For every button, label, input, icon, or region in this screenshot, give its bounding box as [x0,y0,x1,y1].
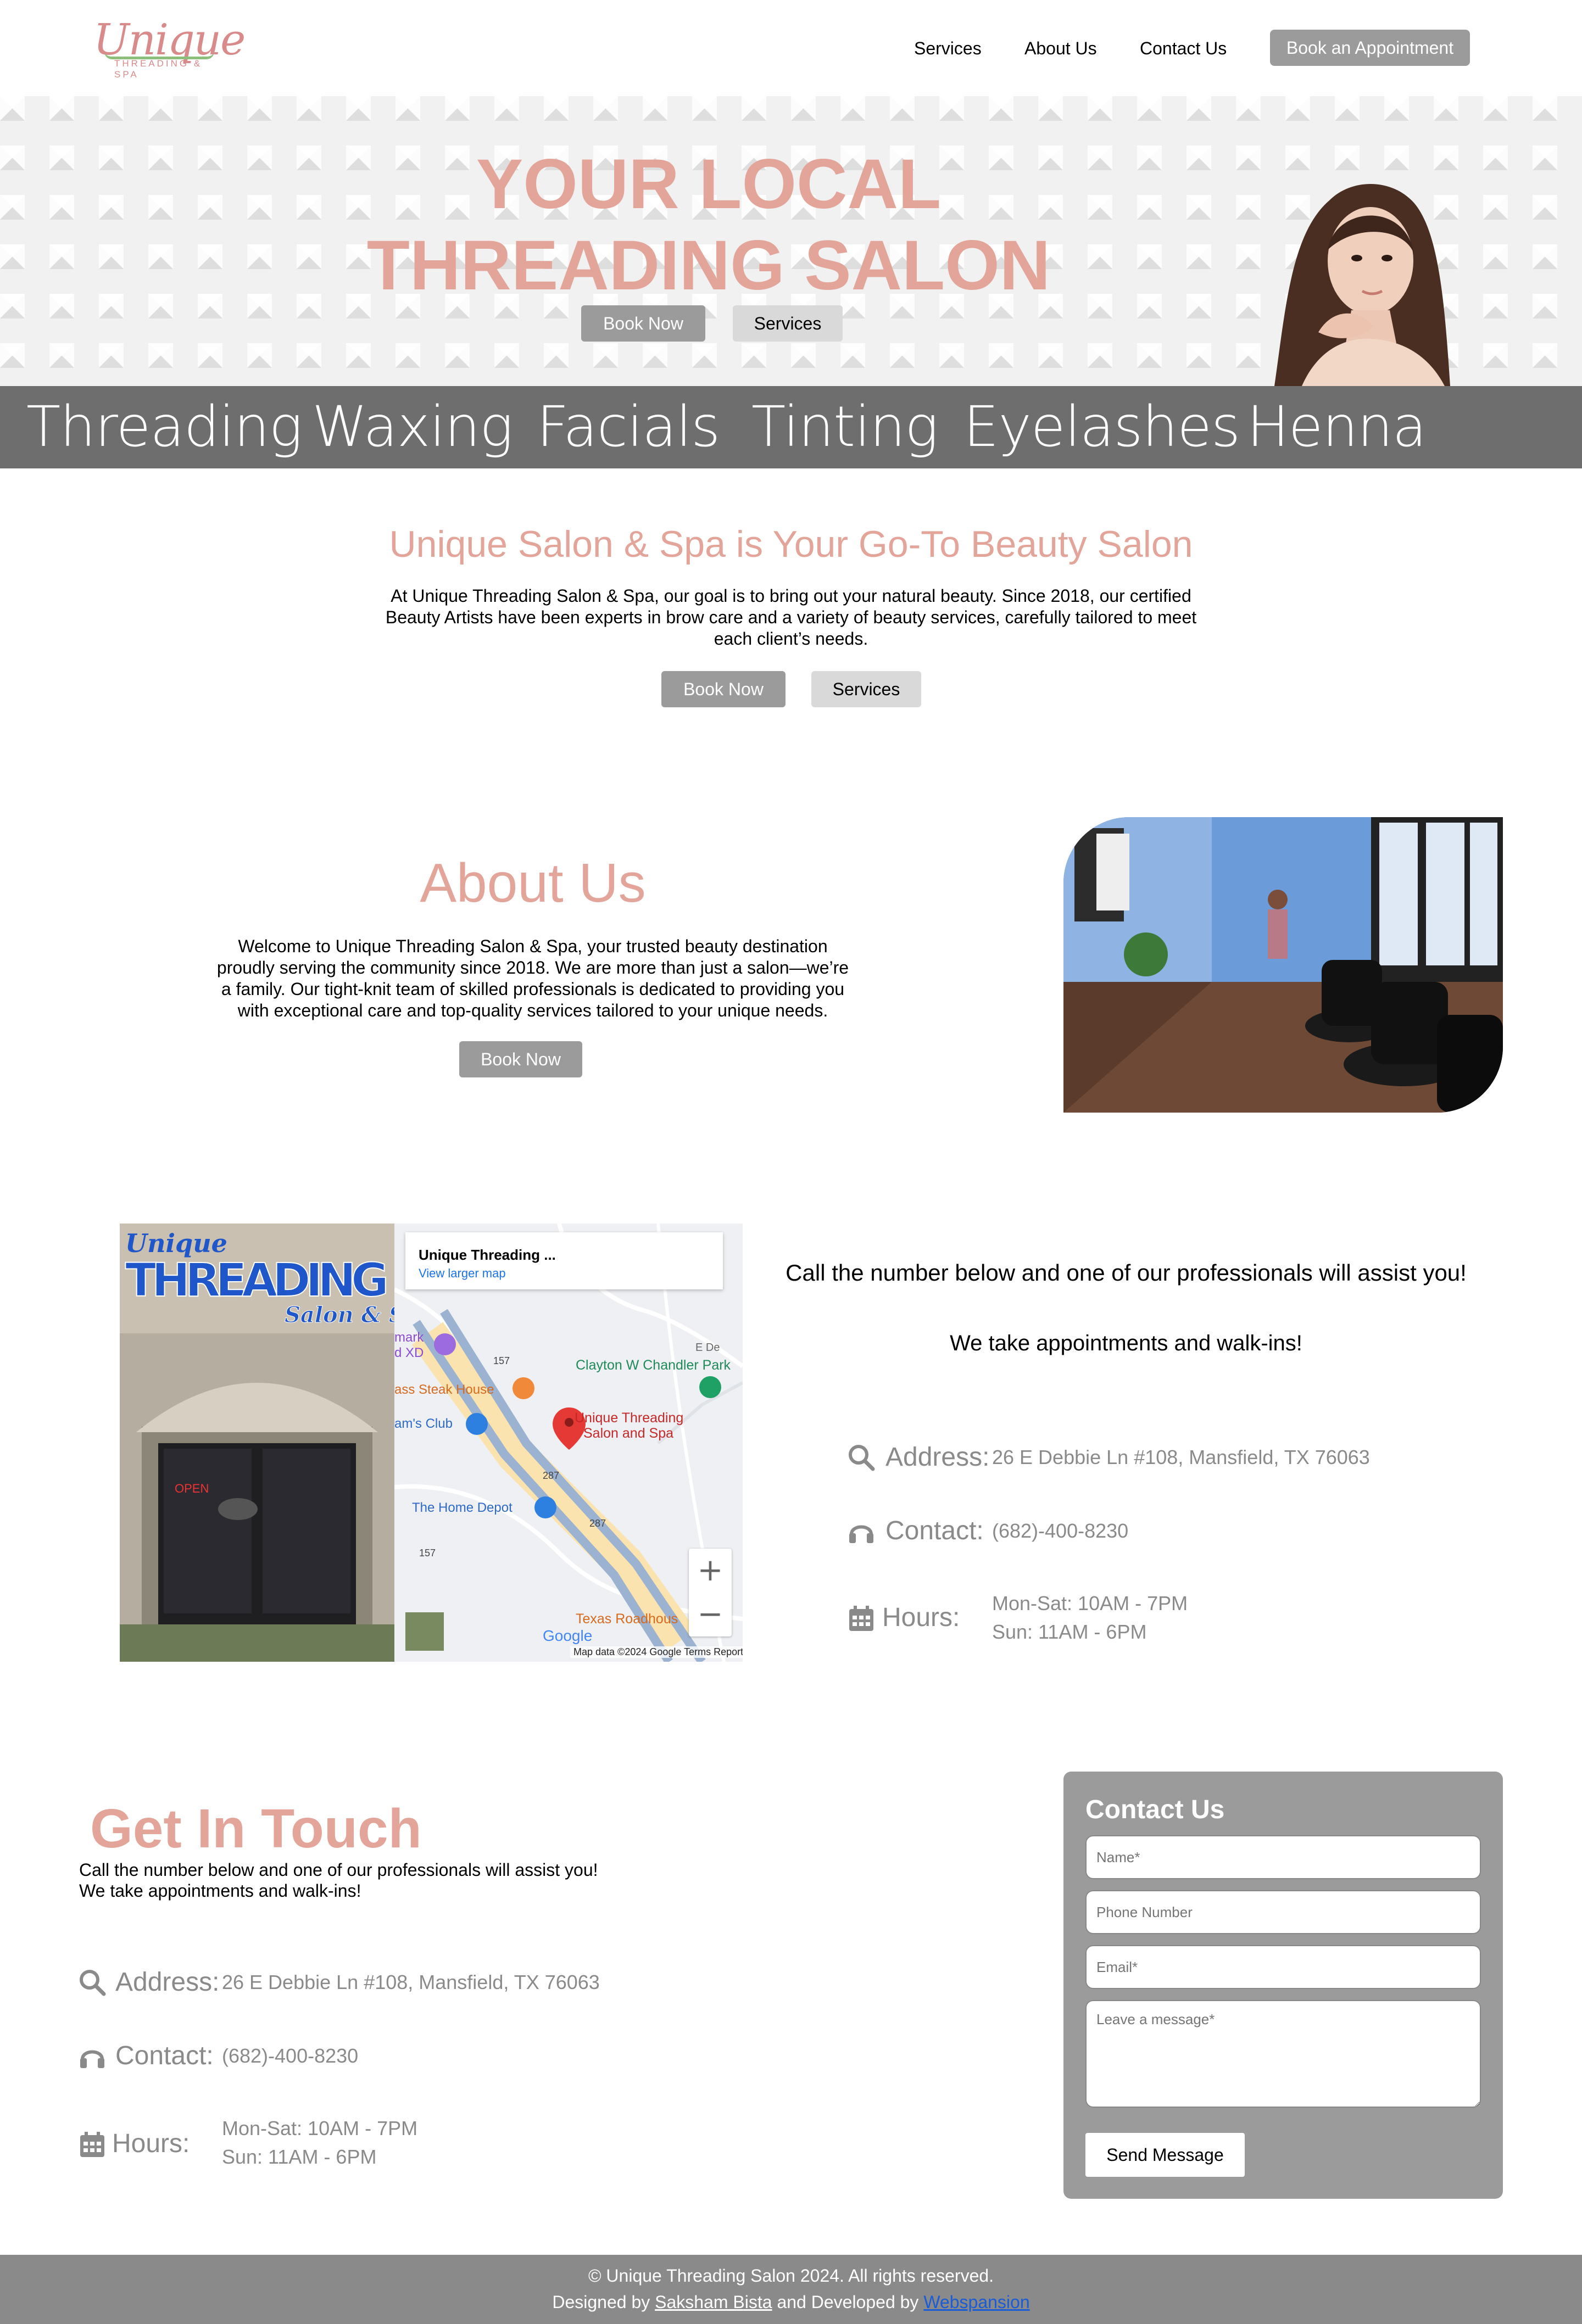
map-label-steak-house: ass Steak House [394,1382,494,1397]
strip-eyelashes: Eyelashes [963,394,1240,460]
strip-henna-tattoo: Henna Tattoo [1247,394,1427,542]
location-map[interactable]: Unique THREADING Salon & Spa OPEN mark d… [120,1224,743,1662]
logo[interactable]: Unique THREADING & SPA [93,15,246,80]
hero-title: YOUR LOCAL THREADING SALON [352,144,1066,306]
phone-field[interactable] [1085,1890,1481,1934]
contact-label-2: Contact: [115,2041,214,2070]
map-label-pin-line1: Unique Threading [575,1410,683,1426]
intro-title: Unique Salon & Spa is Your Go-To Beauty … [389,523,1193,565]
hours-label: Hours: [882,1603,960,1632]
book-appointment-button[interactable]: Book an Appointment [1270,30,1470,66]
calendar-icon [80,2132,104,2157]
walkin-info-text: We take appointments and walk-ins! [950,1331,1302,1355]
hero-book-now-button[interactable]: Book Now [581,305,705,342]
salon-interior-photo [1063,817,1503,1113]
hero-services-button[interactable]: Services [733,305,843,342]
zoom-out-button[interactable]: − [689,1593,732,1636]
intro-text: At Unique Threading Salon & Spa, our goa… [385,586,1197,649]
map-route-157-b: 157 [419,1548,436,1558]
map-label-sams-club: am's Club [394,1416,453,1431]
about-book-now-button[interactable]: Book Now [459,1041,582,1077]
map-route-287-a: 287 [543,1470,559,1481]
map-route-157-a: 157 [493,1355,510,1366]
address-label-2: Address: [115,1968,220,1997]
hero-portrait-image [1274,184,1450,386]
about-text: Welcome to Unique Threading Salon & Spa,… [216,936,849,1020]
strip-threading: Threading [26,394,303,460]
footer: © Unique Threading Salon 2024. All right… [0,2255,1582,2324]
intro-services-button[interactable]: Services [811,671,921,707]
hours-weekday: Mon-Sat: 10AM - 7PM [992,1592,1188,1614]
nav-contact-us[interactable]: Contact Us [1140,35,1227,62]
footer-credits: Designed by Saksham Bista and Developed … [0,2289,1582,2315]
map-attribution[interactable]: Map data ©2024 Google Terms Report a map… [570,1646,743,1658]
message-field[interactable] [1085,2000,1481,2108]
contact-form: Contact Us Send Message [1063,1772,1503,2199]
get-in-touch-text: Call the number below and one of our pro… [79,1859,598,1901]
address-label: Address: [885,1443,990,1472]
map-label-mark: mark [394,1330,424,1345]
map-route-287-b: 287 [589,1518,606,1529]
services-strip: Threading Waxing Facials Tinting Eyelash… [0,386,1582,542]
name-field[interactable] [1085,1835,1481,1879]
map-label-pin-line2: Salon and Spa [583,1426,673,1441]
search-icon [80,1970,106,1996]
developer-link[interactable]: Webspansion [923,2292,1029,2312]
contact-phone-value-2[interactable]: (682)-400-8230 [222,2042,358,2070]
hero-title-line1: YOUR LOCAL [476,145,942,224]
contact-form-title: Contact Us [1085,1795,1225,1824]
map-zoom-controls: + − [689,1549,732,1636]
footer-developed-by: and Developed by [777,2292,919,2312]
get-in-touch-line2: We take appointments and walk-ins! [79,1881,361,1901]
headphones-icon [849,1525,873,1543]
calendar-icon [849,1606,873,1631]
hours-label-2: Hours: [112,2129,190,2158]
address-value-2: 26 E Debbie Ln #108, Mansfield, TX 76063 [222,1971,600,1993]
google-logo: Google [543,1627,592,1644]
map-label-roadhouse: Texas Roadhous [576,1611,678,1627]
storefront-sign-main: THREADING [125,1253,389,1307]
about-title: About Us [420,852,646,914]
hero-title-line2: THREADING SALON [366,226,1051,305]
get-in-touch-title: Get In Touch [90,1798,422,1859]
map-label-e-debbie: E De [695,1342,720,1354]
email-field[interactable] [1085,1945,1481,1989]
map-label-park: Clayton W Chandler Park [576,1357,731,1373]
hours-weekday-2: Mon-Sat: 10AM - 7PM [222,2117,418,2139]
map-label-xd: d XD [394,1345,424,1360]
contact-phone-value[interactable]: (682)-400-8230 [992,1517,1128,1545]
contact-label: Contact: [885,1516,984,1545]
view-larger-map-link[interactable]: View larger map [419,1266,506,1281]
nav-about-us[interactable]: About Us [1024,35,1097,62]
map-label-home-depot: The Home Depot [412,1500,513,1515]
strip-waxing: Waxing [312,394,513,460]
map-info-card: Unique Threading ... View larger map [405,1232,723,1289]
call-info-text: Call the number below and one of our pro… [786,1260,1467,1286]
footer-designed-by: Designed by [552,2292,650,2312]
strip-facials: Facials [537,394,720,460]
storefront-open-sign: OPEN [175,1482,209,1495]
send-message-button[interactable]: Send Message [1085,2133,1245,2177]
storefront-sign-sub: Salon & Spa [285,1302,394,1328]
address-value: 26 E Debbie Ln #108, Mansfield, TX 76063 [992,1446,1370,1468]
search-icon [849,1445,875,1471]
zoom-in-button[interactable]: + [689,1549,732,1593]
footer-copyright: © Unique Threading Salon 2024. All right… [588,2266,994,2286]
get-in-touch-line1: Call the number below and one of our pro… [79,1860,598,1880]
logo-swoosh [104,52,214,59]
designer-link[interactable]: Saksham Bista [655,2292,772,2312]
intro-book-now-button[interactable]: Book Now [661,671,786,707]
headphones-icon [80,2050,104,2068]
nav-services[interactable]: Services [914,35,982,62]
strip-tinting: Tinting [751,394,938,460]
hours-sunday-2: Sun: 11AM - 6PM [222,2146,377,2168]
storefront-photo: Unique THREADING Salon & Spa OPEN [120,1224,394,1662]
hours-sunday: Sun: 11AM - 6PM [992,1621,1147,1643]
map-card-title: Unique Threading ... [419,1247,556,1263]
